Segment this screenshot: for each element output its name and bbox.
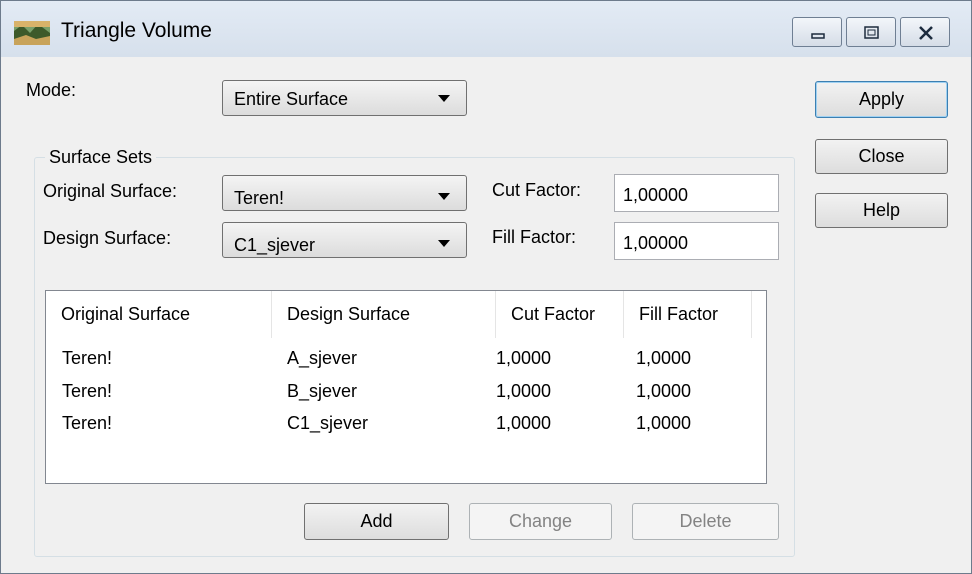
column-header-original-surface[interactable]: Original Surface bbox=[46, 291, 272, 338]
cell-original-surface: Teren! bbox=[62, 413, 113, 433]
minimize-icon bbox=[811, 33, 825, 39]
fill-factor-value: 1,00000 bbox=[623, 233, 689, 253]
cell-original-surface: Teren! bbox=[62, 381, 113, 401]
restore-icon bbox=[864, 26, 879, 39]
cell-original-surface: Teren! bbox=[62, 348, 113, 368]
fill-factor-input[interactable]: 1,00000 bbox=[614, 222, 779, 260]
original-surface-label: Original Surface: bbox=[43, 181, 178, 201]
help-button[interactable]: Help bbox=[815, 193, 948, 228]
apply-button[interactable]: Apply bbox=[815, 81, 948, 118]
cell-design-surface: B_sjever bbox=[287, 381, 358, 401]
cell-cut-factor: 1,0000 bbox=[496, 413, 552, 433]
triangle-volume-dialog: Triangle Volume Mode: Entire Surface App… bbox=[0, 0, 972, 574]
surface-sets-title: Surface Sets bbox=[45, 147, 157, 168]
design-surface-select[interactable]: C1_sjever bbox=[222, 222, 467, 258]
minimize-button[interactable] bbox=[792, 17, 842, 47]
original-surface-select[interactable]: Teren! bbox=[222, 175, 467, 211]
mode-select[interactable]: Entire Surface bbox=[222, 80, 467, 116]
terrain-app-icon bbox=[14, 21, 50, 45]
chevron-down-icon bbox=[438, 95, 450, 102]
cell-design-surface: A_sjever bbox=[287, 348, 358, 368]
design-surface-label: Design Surface: bbox=[43, 228, 172, 248]
fill-factor-label: Fill Factor: bbox=[492, 227, 577, 247]
cell-fill-factor: 1,0000 bbox=[636, 348, 692, 368]
cell-cut-factor: 1,0000 bbox=[496, 348, 552, 368]
original-surface-value: Teren! bbox=[234, 188, 285, 208]
cut-factor-input[interactable]: 1,00000 bbox=[614, 174, 779, 212]
close-icon bbox=[919, 26, 933, 40]
surface-sets-list[interactable]: Original Surface Design Surface Cut Fact… bbox=[45, 290, 767, 484]
add-button[interactable]: Add bbox=[304, 503, 449, 540]
window-title: Triangle Volume bbox=[61, 19, 212, 42]
restore-button[interactable] bbox=[846, 17, 896, 47]
cut-factor-value: 1,00000 bbox=[623, 185, 689, 205]
design-surface-value: C1_sjever bbox=[234, 235, 316, 255]
cell-cut-factor: 1,0000 bbox=[496, 381, 552, 401]
close-button[interactable] bbox=[900, 17, 950, 47]
cell-fill-factor: 1,0000 bbox=[636, 381, 692, 401]
change-button[interactable]: Change bbox=[469, 503, 612, 540]
cut-factor-label: Cut Factor: bbox=[492, 180, 582, 200]
mode-select-value: Entire Surface bbox=[234, 89, 349, 109]
close-dialog-button[interactable]: Close bbox=[815, 139, 948, 174]
column-header-cut-factor[interactable]: Cut Factor bbox=[496, 291, 624, 338]
mode-label: Mode: bbox=[26, 80, 77, 100]
title-bar[interactable]: Triangle Volume bbox=[1, 1, 971, 57]
delete-button[interactable]: Delete bbox=[632, 503, 779, 540]
chevron-down-icon bbox=[438, 240, 450, 247]
cell-fill-factor: 1,0000 bbox=[636, 413, 692, 433]
column-header-design-surface[interactable]: Design Surface bbox=[272, 291, 496, 338]
cell-design-surface: C1_sjever bbox=[287, 413, 369, 433]
chevron-down-icon bbox=[438, 193, 450, 200]
column-header-fill-factor[interactable]: Fill Factor bbox=[624, 291, 752, 338]
